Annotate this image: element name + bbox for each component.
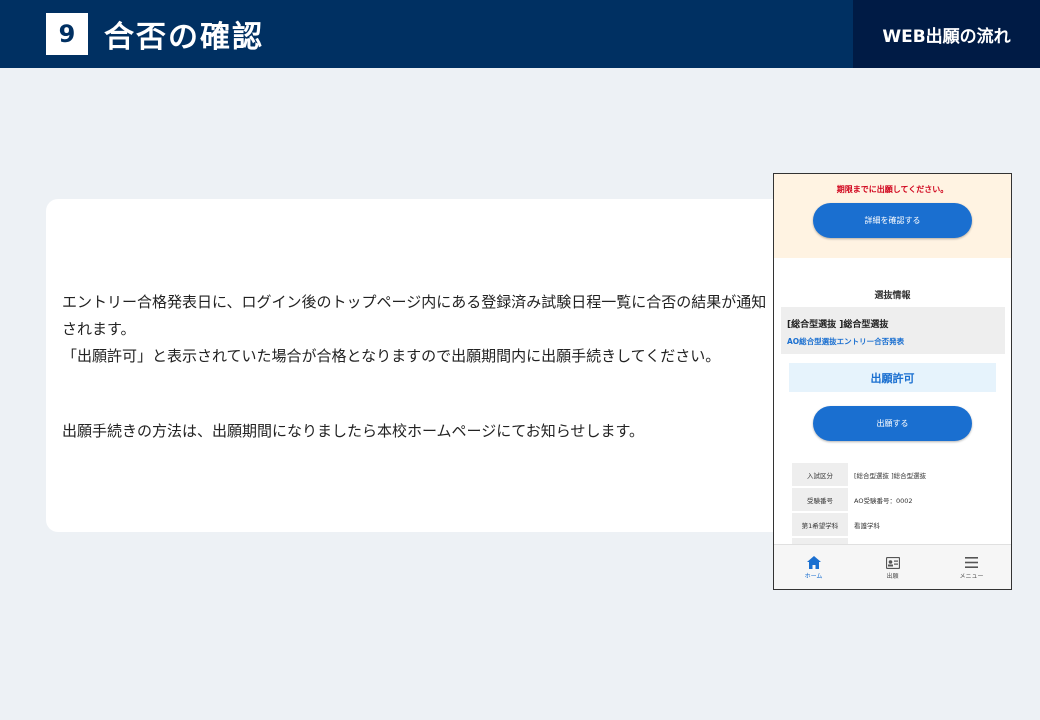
status-badge: 出願許可 xyxy=(789,363,996,392)
id-card-icon xyxy=(885,555,900,571)
nav-menu[interactable]: メニュー xyxy=(942,555,1002,580)
home-icon xyxy=(806,555,821,571)
selection-info-heading: 選抜情報 xyxy=(874,291,911,301)
info-value: AO受験番号：0002 xyxy=(854,496,913,505)
description-line-2: 「出願許可」と表示されていた場合が合格となりますので出願期間内に出願手続きしてく… xyxy=(62,347,721,365)
step-badge: 9 xyxy=(46,13,88,55)
info-label: 第1希望学科 xyxy=(792,513,848,536)
info-value: 看護学科 xyxy=(854,521,880,530)
header-bar: 9 合否の確認 WEB出願の流れ xyxy=(0,0,1040,68)
selection-card: [総合型選抜 ]総合型選抜 AO総合型選抜エントリー合否発表 xyxy=(781,307,1005,354)
bottom-nav: ホーム 出願 メニュー xyxy=(774,544,1011,589)
nav-application-label: 出願 xyxy=(886,572,899,580)
info-label: 受験番号 xyxy=(792,488,848,511)
info-row: 受験番号 AO受験番号：0002 xyxy=(792,488,1002,511)
content-card: エントリー合格発表日に、ログイン後のトップページ内にある登録済み試験日程一覧に合… xyxy=(46,199,786,532)
apply-button[interactable]: 出願する xyxy=(813,406,972,441)
web-application-flow-link[interactable]: WEB出願の流れ xyxy=(853,0,1040,68)
deadline-notice-text: 期限までに出願してください。 xyxy=(836,185,949,194)
description-line-3: 出願手続きの方法は、出願期間になりましたら本校ホームページにてお知らせします。 xyxy=(62,422,645,440)
page-title: 合否の確認 xyxy=(104,20,264,55)
result-announcement-link[interactable]: AO総合型選抜エントリー合否発表 xyxy=(787,336,904,347)
info-label: 入試区分 xyxy=(792,463,848,486)
nav-application[interactable]: 出願 xyxy=(863,555,923,580)
menu-icon xyxy=(965,555,978,571)
description: エントリー合格発表日に、ログイン後のトップページ内にある登録済み試験日程一覧に合… xyxy=(62,289,774,445)
info-row: 入試区分 [総合型選抜 ]総合型選抜 xyxy=(792,463,1002,486)
nav-home[interactable]: ホーム xyxy=(784,555,844,580)
info-value: [総合型選抜 ]総合型選抜 xyxy=(854,471,927,480)
phone-screenshot: 期限までに出願してください。 詳細を確認する 選抜情報 [総合型選抜 ]総合型選… xyxy=(773,173,1012,590)
selection-name: [総合型選抜 ]総合型選抜 xyxy=(787,320,889,330)
nav-menu-label: メニュー xyxy=(959,572,984,580)
description-line-1: エントリー合格発表日に、ログイン後のトップページ内にある登録済み試験日程一覧に合… xyxy=(62,293,767,338)
deadline-notice: 期限までに出願してください。 詳細を確認する xyxy=(774,174,1011,258)
nav-home-label: ホーム xyxy=(804,572,823,580)
info-row: 第1希望学科 看護学科 xyxy=(792,513,1002,536)
view-details-button[interactable]: 詳細を確認する xyxy=(813,203,972,238)
